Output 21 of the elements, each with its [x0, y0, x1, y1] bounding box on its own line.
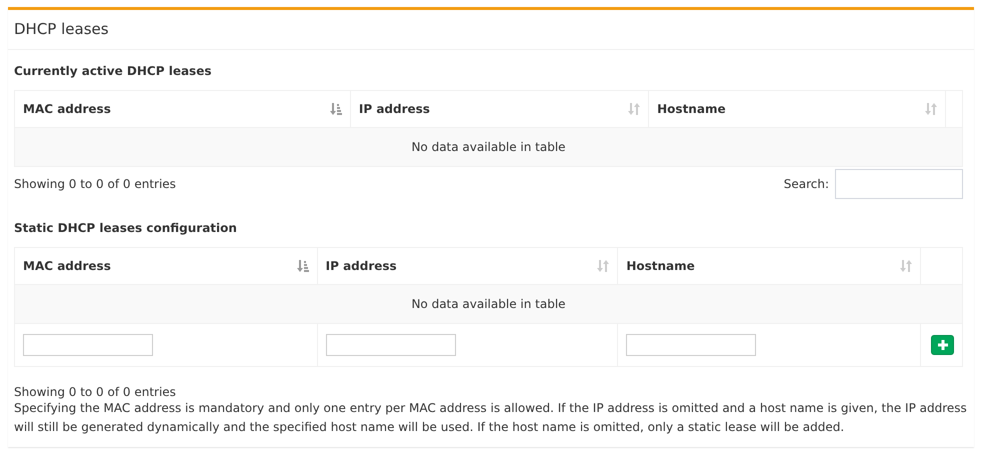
search-field[interactable]	[835, 169, 963, 199]
column-header[interactable]: IP address	[350, 90, 649, 128]
search-label: Search:	[784, 177, 829, 191]
input-field[interactable]	[626, 334, 756, 356]
column-header[interactable]: MAC address	[14, 248, 318, 284]
input-field[interactable]	[23, 334, 153, 356]
empty-table-message: No data available in table	[411, 140, 566, 154]
column-header[interactable]: MAC address	[14, 90, 350, 128]
column-header[interactable]: IP address	[317, 248, 618, 284]
entries-info: Showing 0 to 0 of 0 entries	[14, 177, 176, 191]
help-text: Specifying the MAC address is mandatory and only one entry per MAC address is allowed. If the IP address is omitted and a host name is given, the IP address will still be generated dynamically and the specified host name will be used. If the host name is omitted, only a static lease will be added.	[14, 400, 968, 436]
add-button[interactable]	[931, 335, 954, 355]
empty-table-message: No data available in table	[411, 297, 566, 311]
section-heading: Currently active DHCP leases	[14, 64, 212, 78]
section-heading: Static DHCP leases configuration	[14, 221, 238, 235]
input-field[interactable]	[326, 334, 456, 356]
column-header[interactable]: Hostname	[618, 248, 920, 284]
entries-info: Showing 0 to 0 of 0 entries	[14, 385, 177, 399]
column-header[interactable]: Hostname	[648, 90, 946, 128]
panel-title: DHCP leases	[8, 10, 974, 50]
plus-icon	[938, 340, 948, 350]
